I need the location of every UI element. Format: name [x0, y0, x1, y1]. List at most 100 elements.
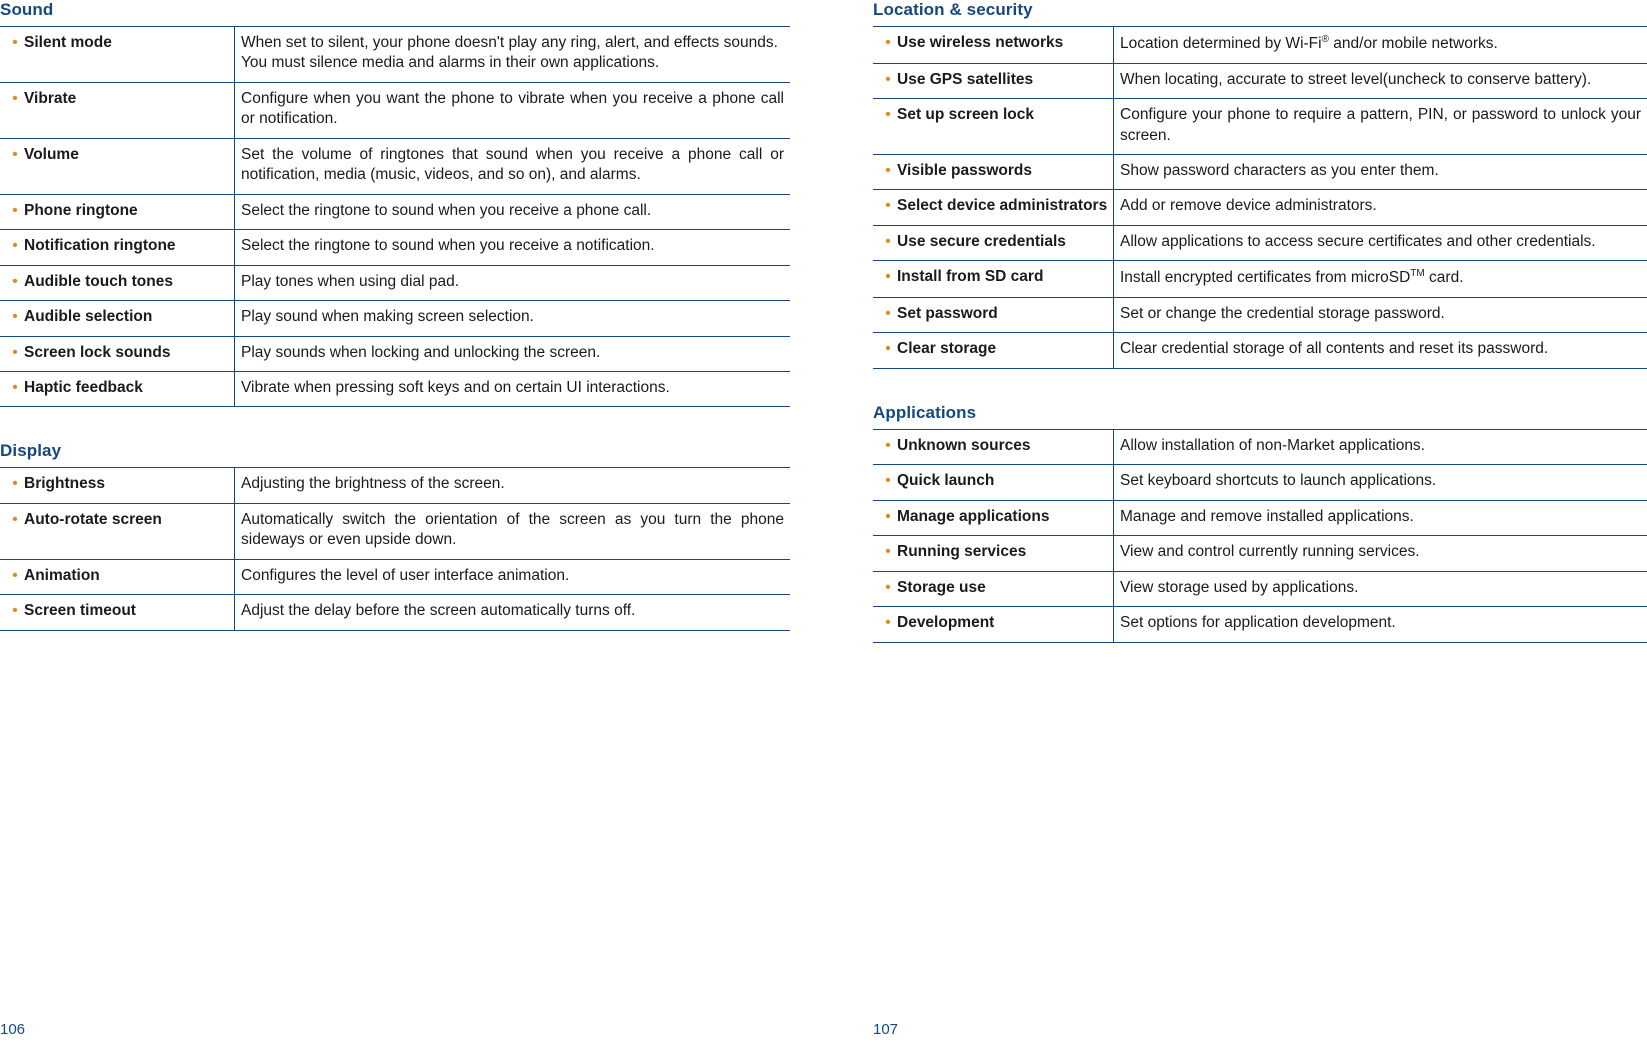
setting-name-label: Visible passwords	[897, 161, 1032, 179]
bullet-icon: •	[885, 436, 891, 454]
right-column: Location & security • Use wireless network…	[873, 0, 1647, 643]
bullet-icon: •	[12, 308, 18, 326]
table-row: • Storage use View storage used by applica…	[873, 571, 1647, 608]
setting-name-cell: • Phone ringtone	[0, 194, 235, 231]
table-row: • Running services View and control curren…	[873, 535, 1647, 572]
setting-description-cell: Add or remove device administrators.	[1113, 189, 1647, 226]
setting-name-label: Animation	[24, 566, 100, 584]
setting-name-cell: • Audible touch tones	[0, 265, 235, 302]
setting-name-label: Running services	[897, 543, 1027, 561]
table-row: • Vibrate Configure when you want the phon…	[0, 82, 790, 139]
setting-name-label: Unknown sources	[897, 436, 1031, 454]
table-row: • Select device administrators Add or remo…	[873, 189, 1647, 226]
setting-name-cell: • Unknown sources	[873, 428, 1114, 466]
setting-name-label: Manage applications	[897, 507, 1050, 525]
bullet-icon: •	[885, 161, 891, 179]
bullet-icon: •	[885, 614, 891, 632]
setting-description-cell: Adjusting the brightness of the screen.	[234, 467, 790, 504]
setting-name-cell: • Clear storage	[873, 332, 1114, 369]
setting-name-label: Auto-rotate screen	[24, 510, 162, 528]
setting-description-cell: Configures the level of user interface a…	[234, 559, 790, 596]
setting-name-cell: • Notification ringtone	[0, 229, 235, 266]
setting-name-cell: • Install from SD card	[873, 260, 1114, 298]
table-row: • Volume Set the volume of ringtones that …	[0, 138, 790, 195]
bullet-icon: •	[885, 578, 891, 596]
setting-name-label: Volume	[24, 145, 79, 163]
setting-description-cell: Clear credential storage of all contents…	[1113, 332, 1647, 369]
setting-name-cell: • Brightness	[0, 467, 235, 504]
settings-table: • Unknown sources Allow installation of no…	[873, 428, 1647, 643]
setting-name-label: Silent mode	[24, 34, 112, 51]
setting-name-label: Screen lock sounds	[24, 343, 171, 361]
table-row: • Use wireless networks Location determine…	[873, 26, 1647, 64]
setting-name-cell: • Quick launch	[873, 464, 1114, 501]
setting-name-label: Brightness	[24, 475, 105, 493]
setting-description-cell: Vibrate when pressing soft keys and on c…	[234, 371, 790, 408]
setting-name-label: Notification ringtone	[24, 237, 176, 255]
setting-description-cell: Automatically switch the orientation of …	[234, 503, 790, 560]
left-column: Sound • Silent mode When set to silent, you…	[0, 0, 790, 631]
document-page: Sound • Silent mode When set to silent, you…	[0, 0, 1647, 1048]
table-row: • Notification ringtone Select the rington…	[0, 229, 790, 266]
setting-description-cell: Set keyboard shortcuts to launch applica…	[1113, 464, 1647, 501]
setting-description-cell: Set or change the credential storage pas…	[1113, 297, 1647, 334]
table-row: • Use GPS satellites When locating, accura…	[873, 63, 1647, 100]
table-row: • Development Set options for application …	[873, 606, 1647, 643]
table-row: • Animation Configures the level of user i…	[0, 559, 790, 596]
setting-name-label: Set password	[897, 304, 998, 322]
bullet-icon: •	[885, 106, 891, 124]
setting-name-cell: • Storage use	[873, 571, 1114, 608]
setting-name-cell: • Use GPS satellites	[873, 63, 1114, 100]
bullet-icon: •	[885, 507, 891, 525]
setting-name-cell: • Silent mode	[0, 26, 235, 83]
setting-description-cell: Allow installation of non-Market applica…	[1113, 428, 1647, 466]
bullet-icon: •	[12, 237, 18, 255]
section-title: Display	[0, 441, 62, 461]
setting-name-label: Haptic feedback	[24, 378, 143, 396]
page-number-right: 107	[873, 1021, 899, 1038]
setting-description-cell: Play tones when using dial pad.	[234, 265, 790, 302]
bullet-icon: •	[885, 268, 891, 286]
setting-description-cell: Select the ringtone to sound when you re…	[234, 229, 790, 266]
table-row: • Audible touch tones Play tones when usin…	[0, 265, 790, 302]
setting-name-label: Audible selection	[24, 308, 153, 326]
setting-description-cell: Play sounds when locking and unlocking t…	[234, 336, 790, 372]
setting-name-label: Development	[897, 614, 995, 632]
setting-name-cell: • Vibrate	[0, 82, 235, 139]
bullet-icon: •	[12, 602, 18, 620]
setting-description-cell: Set options for application development.	[1113, 606, 1647, 643]
section-title: Sound	[0, 0, 54, 19]
setting-description-cell: Configure your phone to require a patter…	[1113, 98, 1647, 155]
bullet-icon: •	[885, 304, 891, 322]
table-row: • Silent mode When set to silent, your pho…	[0, 26, 790, 83]
setting-name-label: Clear storage	[897, 340, 997, 358]
table-row: • Set up screen lock Configure your phone …	[873, 98, 1647, 155]
setting-name-cell: • Use wireless networks	[873, 26, 1114, 64]
table-row: • Screen lock sounds Play sounds when lock…	[0, 336, 790, 372]
setting-description-cell: Select the ringtone to sound when you re…	[234, 194, 790, 231]
setting-name-label: Vibrate	[24, 89, 77, 107]
registered-mark: ®	[1321, 34, 1329, 45]
bullet-icon: •	[885, 232, 891, 250]
setting-description-cell: Play sound when making screen selection.	[234, 300, 790, 337]
table-row: • Install from SD card Install encrypted c…	[873, 260, 1647, 298]
table-row: • Auto-rotate screen Automatically switch …	[0, 503, 790, 560]
setting-name-label: Install from SD card	[897, 268, 1044, 286]
setting-description-cell: View and control currently running servi…	[1113, 535, 1647, 572]
bullet-icon: •	[12, 510, 18, 528]
bullet-icon: •	[12, 378, 18, 396]
trademark-mark: TM	[1410, 268, 1425, 280]
bullet-icon: •	[885, 70, 891, 88]
setting-name-cell: • Running services	[873, 535, 1114, 572]
bullet-icon: •	[12, 272, 18, 290]
setting-description-cell: Show password characters as you enter th…	[1113, 154, 1647, 191]
setting-name-label: Quick launch	[897, 472, 995, 490]
setting-name-label: Set up screen lock	[897, 106, 1034, 124]
settings-table: • Use wireless networks Location determine…	[873, 26, 1647, 369]
setting-name-cell: • Screen lock sounds	[0, 336, 235, 372]
table-row: • Manage applications Manage and remove in…	[873, 500, 1647, 537]
setting-name-label: Use wireless networks	[897, 34, 1064, 51]
setting-description-cell: Manage and remove installed applications…	[1113, 500, 1647, 537]
settings-table: • Silent mode When set to silent, your pho…	[0, 26, 790, 408]
